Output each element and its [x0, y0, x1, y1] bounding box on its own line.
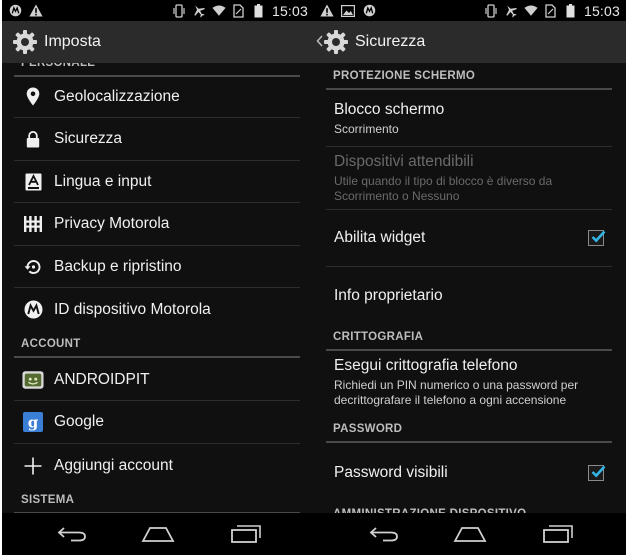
wifi-icon: [212, 4, 226, 18]
visible-passwords-item[interactable]: Password visibili: [326, 445, 612, 500]
androidpit-app-icon: [22, 369, 44, 391]
warning-icon: [29, 4, 43, 18]
settings-item-add-account[interactable]: Aggiungi account: [14, 444, 300, 487]
motorola-notification-icon: [8, 4, 22, 18]
home-button[interactable]: [452, 523, 488, 545]
settings-list[interactable]: PERSONALE Geolocalizzazione Sicurezza Li…: [2, 63, 314, 513]
google-g-icon: g: [22, 411, 44, 433]
plus-icon: [22, 455, 44, 477]
settings-item-motorola-id[interactable]: ID dispositivo Motorola: [14, 288, 300, 331]
backup-restore-icon: [22, 256, 44, 278]
visible-passwords-checkbox[interactable]: [588, 464, 606, 481]
back-button[interactable]: [366, 523, 402, 545]
svg-text:g: g: [28, 414, 39, 432]
recent-apps-button[interactable]: [540, 523, 576, 545]
vibrate-icon: [172, 3, 186, 18]
clock: 15:03: [583, 2, 620, 19]
location-pin-icon: [22, 86, 44, 108]
vibrate-icon: [484, 3, 498, 18]
security-settings-list[interactable]: PROTEZIONE SCHERMO Blocco schermo Scorri…: [314, 63, 626, 513]
settings-item-language-input[interactable]: Lingua e input: [14, 161, 300, 203]
privacy-grid-icon: [22, 213, 44, 235]
sim-card-icon: [232, 3, 246, 18]
settings-item-security[interactable]: Sicurezza: [14, 118, 300, 161]
lock-icon: [22, 128, 44, 150]
section-header-device-administration: AMMINISTRAZIONE DISPOSITIVO: [326, 502, 612, 513]
action-bar: Imposta: [2, 21, 314, 63]
trusted-devices-item: Dispositivi attendibili Utile quando il …: [326, 147, 612, 210]
owner-info-item[interactable]: Info proprietario: [326, 267, 612, 325]
battery-icon: [564, 3, 578, 18]
settings-item-androidpit[interactable]: ANDROIDPIT: [14, 360, 300, 401]
encrypt-phone-item[interactable]: Esegui crittografia telefono Richiedi un…: [326, 352, 612, 412]
clock: 15:03: [271, 2, 308, 19]
section-header-system: SISTEMA: [14, 488, 300, 513]
image-notification-icon: [341, 4, 355, 18]
section-header-account: ACCOUNT: [14, 332, 300, 358]
screen-lock-item[interactable]: Blocco schermo Scorrimento: [326, 92, 612, 147]
recent-apps-button[interactable]: [228, 523, 264, 545]
enable-widgets-item[interactable]: Abilita widget: [326, 210, 612, 267]
section-header-encryption: CRITTOGRAFIA: [326, 325, 612, 351]
up-navigation-button[interactable]: [316, 29, 349, 55]
warning-icon: [320, 4, 334, 18]
settings-gear-icon[interactable]: [12, 29, 38, 55]
settings-gear-icon: [323, 29, 349, 55]
section-header-screen-protection: PROTEZIONE SCHERMO: [326, 64, 612, 90]
battery-icon: [252, 3, 266, 18]
page-title: Imposta: [44, 33, 101, 50]
home-button[interactable]: [140, 523, 176, 545]
action-bar: Sicurezza: [314, 21, 626, 63]
chevron-left-icon: [316, 34, 323, 50]
navigation-bar: [314, 513, 626, 555]
enable-widgets-checkbox[interactable]: [588, 230, 606, 246]
status-bar: 15:03: [314, 0, 626, 21]
settings-screen: 15:03 Imposta PERSONALE Geolocalizzazion…: [2, 0, 314, 555]
motorola-logo-icon: [22, 299, 44, 321]
language-keyboard-icon: [22, 171, 44, 193]
navigation-bar: [2, 513, 314, 555]
motorola-notification-icon: [362, 4, 376, 18]
page-title: Sicurezza: [355, 33, 426, 50]
security-screen: 15:03 Sicurezza PROTEZIONE SCHERMO Blocc…: [314, 0, 626, 555]
section-header-personal: PERSONALE: [14, 63, 300, 77]
back-button[interactable]: [54, 523, 90, 545]
section-header-password: PASSWORD: [326, 417, 612, 443]
settings-item-google[interactable]: g Google: [14, 401, 300, 444]
settings-item-motorola-privacy[interactable]: Privacy Motorola: [14, 203, 300, 246]
settings-item-location[interactable]: Geolocalizzazione: [14, 76, 300, 118]
airplane-mode-icon: [192, 4, 206, 18]
sim-card-icon: [544, 3, 558, 18]
settings-item-backup-restore[interactable]: Backup e ripristino: [14, 246, 300, 288]
status-bar: 15:03: [2, 0, 314, 21]
airplane-mode-icon: [504, 4, 518, 18]
wifi-icon: [524, 4, 538, 18]
